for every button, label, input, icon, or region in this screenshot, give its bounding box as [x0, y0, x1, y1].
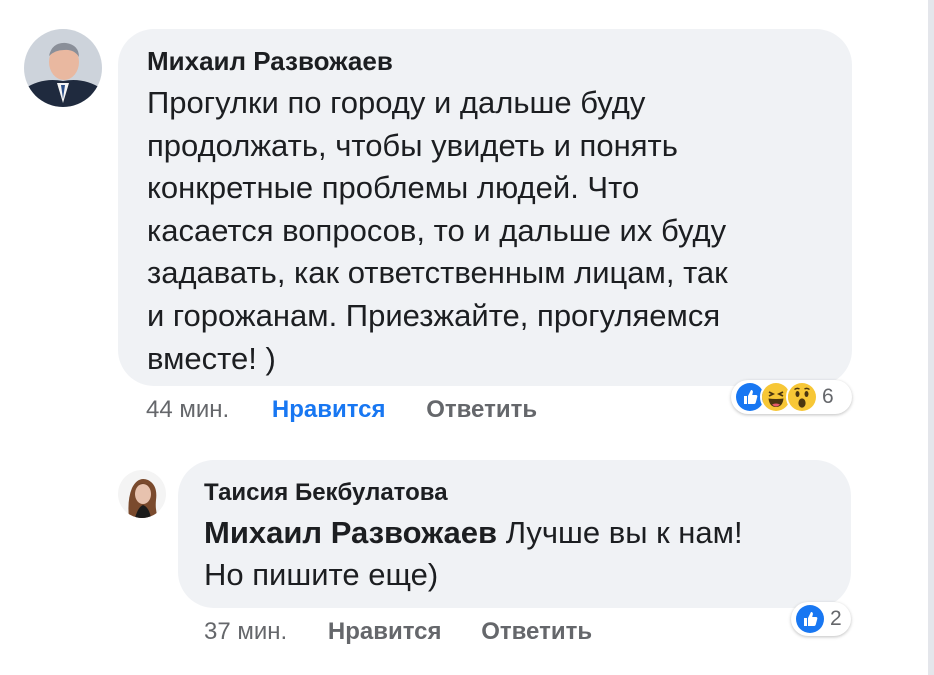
reply-button[interactable]: Ответить — [481, 618, 592, 645]
comment-text: Михаил Развожаев Лучше вы к нам! Но пиши… — [204, 512, 743, 596]
reaction-count: 2 — [830, 607, 842, 630]
scroll-edge — [928, 0, 934, 675]
comment-timestamp[interactable]: 44 мин. — [146, 396, 229, 423]
like-icon — [794, 603, 826, 635]
reactions-summary[interactable]: 2 — [791, 602, 851, 636]
comment-timestamp[interactable]: 37 мин. — [204, 618, 287, 645]
mention-link[interactable]: Михаил Развожаев — [204, 515, 497, 550]
comment-text: Прогулки по городу и дальше буду продолж… — [147, 85, 728, 376]
reply-button[interactable]: Ответить — [426, 396, 537, 423]
reaction-count: 6 — [822, 385, 834, 408]
avatar[interactable] — [24, 29, 102, 107]
comment-author[interactable]: Таисия Бекбулатова — [204, 479, 448, 507]
like-button[interactable]: Нравится — [328, 618, 442, 645]
wow-icon — [786, 381, 818, 413]
comment-actions: 37 мин. Нравится Ответить — [204, 618, 592, 646]
avatar[interactable] — [118, 470, 166, 518]
comment-author[interactable]: Михаил Развожаев — [147, 46, 393, 77]
like-button[interactable]: Нравится — [272, 396, 386, 423]
comment-actions: 44 мин. Нравится Ответить — [146, 396, 537, 424]
reactions-summary[interactable]: 6 — [731, 380, 852, 414]
